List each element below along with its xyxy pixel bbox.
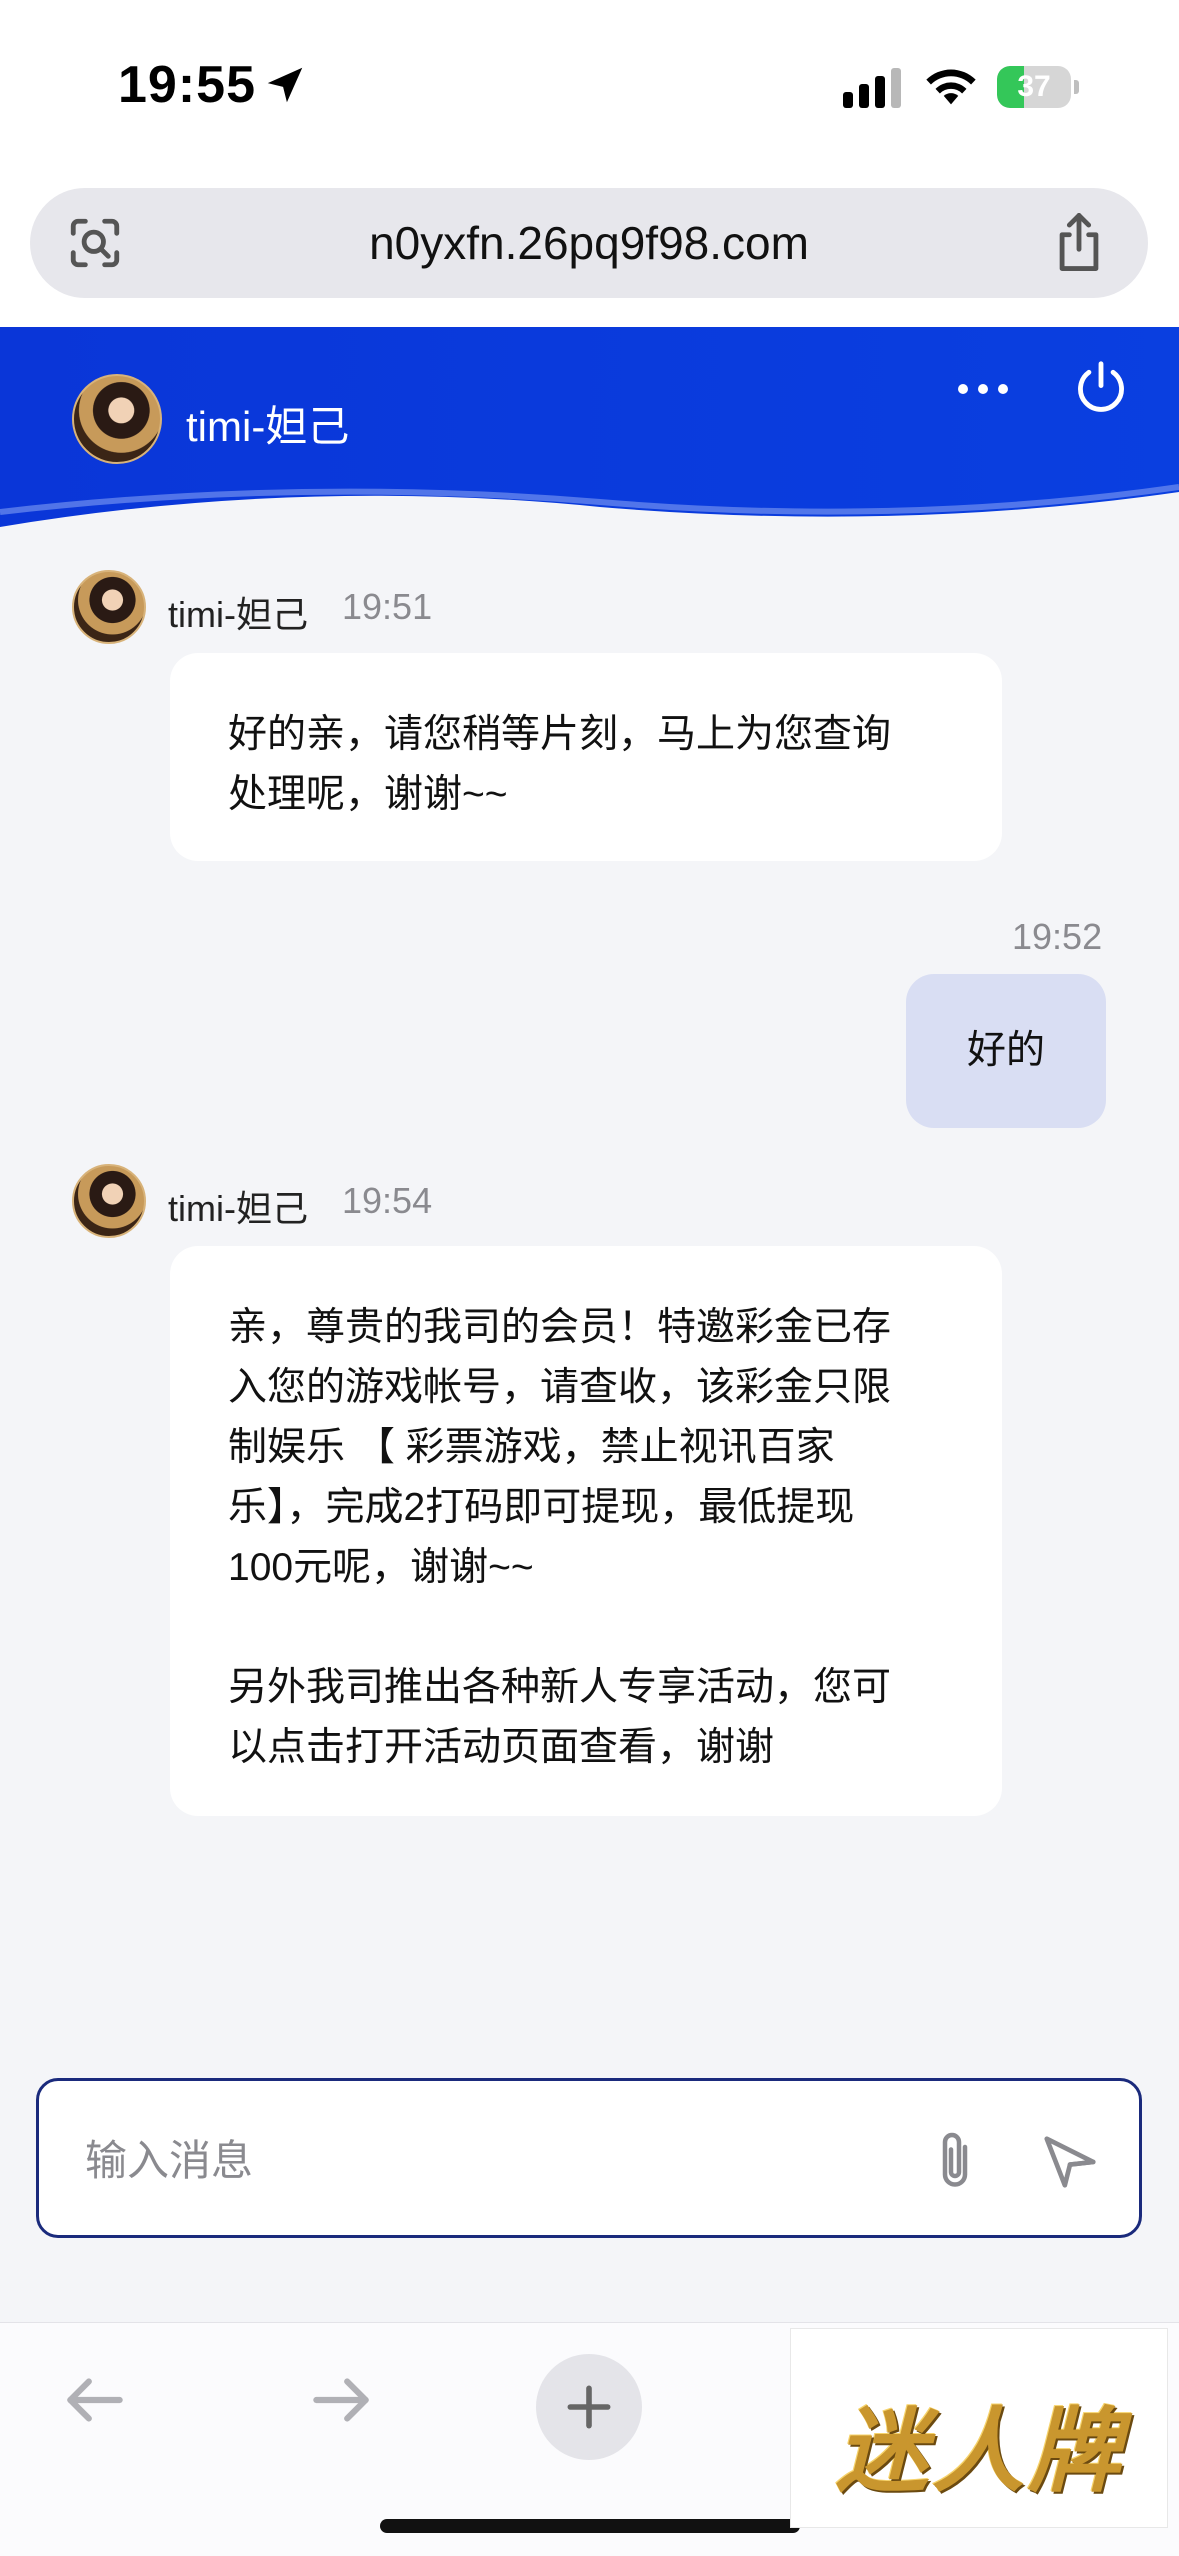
- outgoing-message-bubble: 好的: [906, 974, 1106, 1128]
- url-text[interactable]: n0yxfn.26pq9f98.com: [30, 216, 1148, 270]
- message-composer[interactable]: [36, 2078, 1142, 2238]
- chat-area[interactable]: timi-妲己 19:51 好的亲，请您稍等片刻，马上为您查询 处理呢，谢谢~~…: [0, 500, 1179, 2322]
- message-sender: timi-妲己: [168, 594, 308, 635]
- forward-arrow-icon[interactable]: [304, 2363, 378, 2437]
- message-sender: timi-妲己: [168, 1188, 308, 1229]
- message-text: 好的亲，请您稍等片刻，马上为您查询 处理呢，谢谢~~: [228, 713, 892, 816]
- share-icon[interactable]: [1050, 210, 1108, 274]
- more-icon[interactable]: [955, 377, 1011, 401]
- battery-tip: [1074, 80, 1079, 94]
- paperclip-icon[interactable]: [925, 2129, 985, 2195]
- cellular-signal-icon: [843, 68, 901, 108]
- location-arrow-icon: [267, 67, 303, 103]
- message-time: 19:52: [1012, 916, 1103, 957]
- message-time: 19:51: [342, 586, 433, 627]
- avatar: [72, 570, 146, 644]
- battery-level: 37: [1017, 70, 1051, 103]
- incoming-message-bubble: 亲，尊贵的我司的会员！特邀彩金已存 入您的游戏帐号，请查收，该彩金只限 制娱乐 …: [170, 1246, 1002, 1816]
- battery-body: 37: [997, 66, 1071, 108]
- agent-name: timi-妲己: [186, 403, 350, 450]
- agent-avatar[interactable]: [72, 374, 162, 464]
- header-wave-background: [0, 327, 1179, 547]
- home-indicator: [380, 2519, 800, 2533]
- message-time: 19:54: [342, 1180, 433, 1221]
- send-icon[interactable]: [1039, 2131, 1101, 2193]
- battery-charging-icon: 37: [997, 66, 1079, 108]
- wifi-icon: [926, 69, 976, 105]
- message-text: 亲，尊贵的我司的会员！特邀彩金已存 入您的游戏帐号，请查收，该彩金只限 制娱乐 …: [228, 1306, 892, 1769]
- status-time: 19:55: [118, 56, 256, 114]
- watermark: 迷人牌: [790, 2328, 1168, 2528]
- status-bar: 19:55 37: [0, 0, 1179, 170]
- avatar: [72, 1164, 146, 1238]
- plus-icon: [567, 2385, 611, 2429]
- watermark-text: 迷人牌: [835, 2397, 1124, 2505]
- message-input[interactable]: [85, 2133, 905, 2189]
- power-icon[interactable]: [1072, 359, 1130, 417]
- back-arrow-icon[interactable]: [58, 2363, 132, 2437]
- incoming-message-bubble: 好的亲，请您稍等片刻，马上为您查询 处理呢，谢谢~~: [170, 653, 1002, 861]
- message-text: 好的: [966, 1029, 1045, 1072]
- address-bar[interactable]: n0yxfn.26pq9f98.com: [30, 188, 1148, 298]
- chat-header: timi-妲己: [0, 327, 1179, 547]
- new-tab-button[interactable]: [536, 2354, 642, 2460]
